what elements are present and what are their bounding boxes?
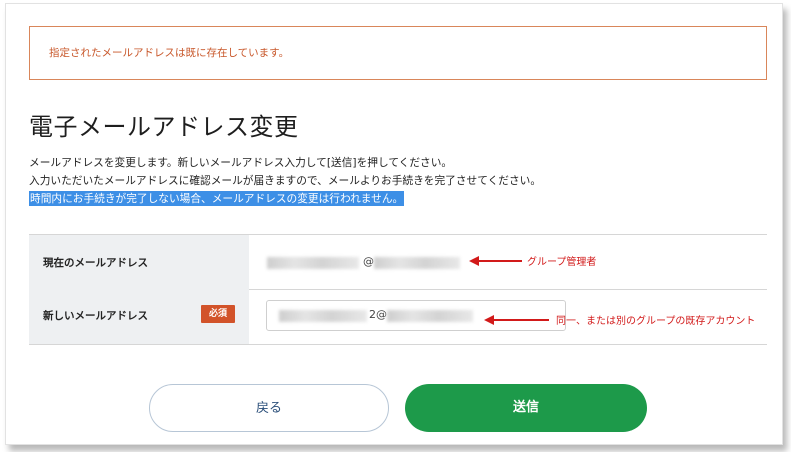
redacted-email-domain xyxy=(387,310,473,322)
redacted-email-local-part xyxy=(279,310,367,322)
email-form: 現在のメールアドレス @ 新しいメールアドレス 必須 2@ xyxy=(29,234,767,345)
page-title: 電子メールアドレス変更 xyxy=(29,113,299,141)
send-button[interactable]: 送信 xyxy=(405,384,647,432)
new-email-input[interactable]: 2@ xyxy=(266,300,566,331)
screenshot-frame: 指定されたメールアドレスは既に存在しています。 電子メールアドレス変更 メールア… xyxy=(5,3,783,445)
new-email-label-cell: 新しいメールアドレス 必須 xyxy=(29,289,249,344)
current-email-label-cell: 現在のメールアドレス xyxy=(29,235,249,289)
new-email-label: 新しいメールアドレス xyxy=(43,310,148,322)
description-line-3-highlighted: 時間内にお手続きが完了しない場合、メールアドレスの変更は行われません。 xyxy=(29,191,405,206)
required-badge: 必須 xyxy=(201,305,235,323)
description-line-2: 入力いただいたメールアドレスに確認メールが届きますので、メールよりお手続きを完了… xyxy=(29,174,542,187)
redacted-email-local-part xyxy=(267,257,359,269)
error-alert: 指定されたメールアドレスは既に存在しています。 xyxy=(29,26,767,80)
current-email-row: 現在のメールアドレス @ xyxy=(29,235,767,290)
description: メールアドレスを変更します。新しいメールアドレス入力して[送信]を押してください… xyxy=(29,154,541,208)
annotation-arrow-new xyxy=(484,315,549,325)
annotation-current-email: グループ管理者 xyxy=(527,257,597,268)
new-email-visible-part: 2@ xyxy=(369,308,387,321)
annotation-arrow-current xyxy=(469,256,522,266)
current-email-label: 現在のメールアドレス xyxy=(43,257,148,269)
back-button[interactable]: 戻る xyxy=(149,384,389,432)
current-email-visible-part: @ xyxy=(363,255,374,268)
redacted-email-domain xyxy=(374,257,460,269)
description-line-1: メールアドレスを変更します。新しいメールアドレス入力して[送信]を押してください… xyxy=(29,156,453,169)
annotation-new-email: 同一、または別のグループの既存アカウント xyxy=(556,316,756,327)
error-alert-message: 指定されたメールアドレスは既に存在しています。 xyxy=(49,47,290,59)
